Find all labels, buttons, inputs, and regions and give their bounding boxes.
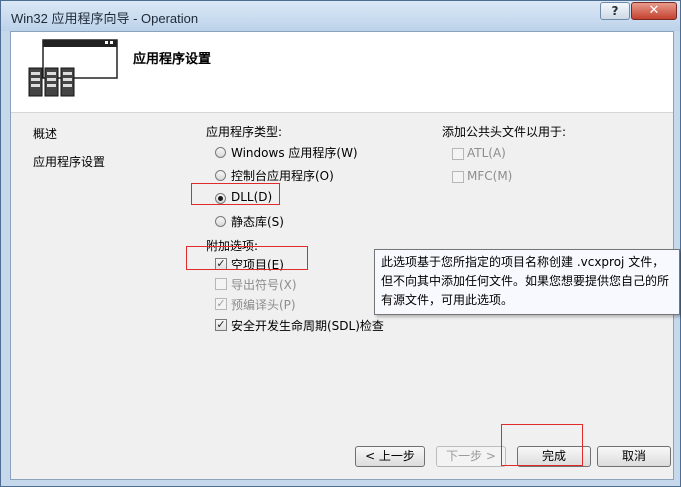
checkbox-mfc[interactable] [452, 171, 464, 183]
close-button[interactable]: ✕ [631, 2, 677, 20]
tooltip-line: 此选项基于您所指定的项目名称创建 .vcxproj 文件， [381, 255, 665, 269]
checkbox-atl[interactable] [452, 148, 464, 160]
checkbox-mfc-label[interactable]: MFC(M) [467, 169, 512, 183]
radio-windows-app[interactable] [215, 147, 226, 158]
wizard-header: 应用程序设置 [11, 32, 673, 113]
window-title: Win32 应用程序向导 - Operation [11, 11, 199, 26]
wizard-nav: 概述 应用程序设置 [11, 113, 183, 479]
prev-button[interactable]: < 上一步 [355, 446, 425, 467]
wizard-graphic-icon [28, 39, 118, 97]
checkbox-sdl-check-label[interactable]: 安全开发生命周期(SDL)检查 [231, 317, 384, 334]
title-bar[interactable]: Win32 应用程序向导 - Operation ? ✕ [1, 1, 680, 31]
nav-item-overview[interactable]: 概述 [33, 125, 57, 142]
nav-item-app-settings[interactable]: 应用程序设置 [33, 153, 105, 170]
tooltip-line: 有源文件，可用此选项。 [381, 293, 514, 307]
checkbox-precompiled-header[interactable]: ✓ [215, 298, 227, 310]
checkbox-precompiled-header-label[interactable]: 预编译头(P) [231, 296, 296, 313]
common-headers-label: 添加公共头文件以用于: [442, 125, 567, 139]
help-button[interactable]: ? [600, 2, 630, 20]
next-button[interactable]: 下一步 > [436, 446, 506, 467]
checkbox-export-symbols-label[interactable]: 导出符号(X) [231, 276, 297, 293]
highlight-box-empty-project [186, 246, 308, 270]
highlight-box-finish [501, 424, 583, 466]
page-title: 应用程序设置 [133, 52, 212, 67]
app-type-label: 应用程序类型: [206, 125, 283, 139]
cancel-button[interactable]: 取消 [597, 446, 671, 467]
tooltip: 此选项基于您所指定的项目名称创建 .vcxproj 文件， 但不向其中添加任何文… [374, 249, 680, 315]
checkbox-sdl-check[interactable]: ✓ [215, 319, 227, 331]
radio-console-app[interactable] [215, 170, 226, 181]
radio-console-app-label[interactable]: 控制台应用程序(O) [231, 167, 334, 184]
radio-static-lib[interactable] [215, 216, 226, 227]
highlight-box-dll [191, 183, 280, 205]
checkbox-atl-label[interactable]: ATL(A) [467, 146, 506, 160]
radio-windows-app-label[interactable]: Windows 应用程序(W) [231, 144, 358, 161]
wizard-window: Win32 应用程序向导 - Operation ? ✕ 应用程序设置 概述 应… [0, 0, 681, 487]
checkbox-export-symbols[interactable] [215, 278, 227, 290]
radio-static-lib-label[interactable]: 静态库(S) [231, 213, 284, 230]
tooltip-line: 但不向其中添加任何文件。如果您想要提供您自己的所 [381, 274, 670, 288]
